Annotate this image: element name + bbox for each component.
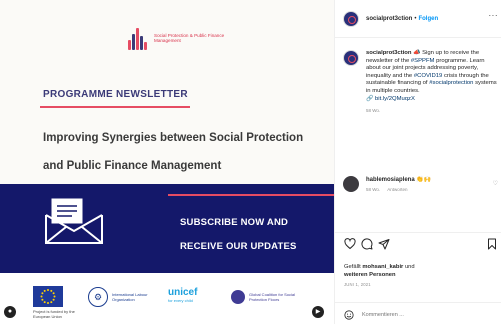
comment-meta: 58 Wo. Antworten: [366, 187, 431, 192]
ilo-text: International Labour Organization: [112, 292, 148, 302]
likes-middle: und: [404, 264, 415, 270]
unicef-tagline: for every child: [168, 298, 193, 303]
share-paper-plane-icon[interactable]: [378, 238, 390, 250]
carousel-next-icon[interactable]: ▶: [312, 306, 324, 318]
gcsp-text: Global Coalition for Social Protection F…: [249, 292, 296, 302]
post-side-panel: socialprot3ction • Folgen ··· socialprot…: [334, 0, 501, 324]
title-underline: [40, 106, 190, 108]
likes-summary: Gefällt mohsani_kabir und weiteren Perso…: [344, 264, 494, 279]
author-username[interactable]: socialprot3ction: [366, 16, 412, 22]
hashtag-socialprotection[interactable]: #socialprotection: [429, 80, 473, 86]
subtitle-line-2: and Public Finance Management: [43, 160, 222, 172]
action-bar: [344, 238, 496, 252]
link-emoji-icon: 🔗: [366, 95, 374, 102]
newsletter-subtitle: Improving Synergies between Social Prote…: [43, 124, 328, 180]
add-comment-bar: [344, 310, 494, 320]
caption-body: socialprot3ction 📣 Sign up to receive th…: [366, 50, 500, 115]
megaphone-emoji-icon: 📣: [413, 50, 421, 56]
likes-prefix: Gefällt: [344, 264, 361, 270]
like-heart-icon[interactable]: [344, 238, 356, 250]
gcsp-logo: Global Coalition for Social Protection F…: [231, 290, 297, 304]
comment-text: 👏🙌: [416, 177, 432, 183]
sppfm-logo-icon: [128, 26, 150, 50]
subscribe-line-1: SUBSCRIBE NOW AND: [180, 217, 289, 228]
unicef-wordmark: unicef: [168, 287, 198, 298]
save-bookmark-icon[interactable]: [486, 238, 498, 250]
envelope-icon: [45, 198, 103, 244]
banner-accent-line: [168, 194, 334, 196]
comment-input[interactable]: [362, 312, 482, 318]
hashtag-covid19[interactable]: #COVID19: [414, 73, 442, 79]
caption-timestamp[interactable]: 58 Wo.: [366, 107, 500, 115]
reply-button[interactable]: Antworten: [387, 187, 407, 192]
commenter-avatar[interactable]: [343, 176, 359, 192]
header-separator: •: [414, 16, 417, 22]
caption-avatar[interactable]: [343, 50, 359, 66]
comment-like-icon[interactable]: ♡: [493, 180, 498, 187]
eu-caption: Project is funded by the European Union: [33, 309, 75, 319]
subscribe-text: SUBSCRIBE NOW AND RECEIVE OUR UPDATES: [180, 211, 297, 259]
commenter-username[interactable]: hablemosiaplena: [366, 177, 415, 183]
sppfm-logo: Social Protection & Public Finance Manag…: [128, 26, 244, 50]
comment-timestamp[interactable]: 58 Wo.: [366, 187, 380, 192]
caption: socialprot3ction 📣 Sign up to receive th…: [343, 50, 500, 115]
unicef-logo: unicef for every child: [168, 287, 197, 303]
likes-others[interactable]: weiteren Personen: [344, 272, 396, 278]
author-avatar[interactable]: [343, 11, 359, 27]
post-image: Social Protection & Public Finance Manag…: [0, 0, 334, 324]
hashtag-sppfm[interactable]: #SPPFM: [411, 58, 435, 64]
emoji-picker-icon[interactable]: [344, 310, 354, 320]
newsletter-title: PROGRAMME NEWSLETTER: [43, 89, 188, 100]
header-divider: [335, 37, 501, 38]
caption-link[interactable]: bit.ly/2QMuqzX: [375, 96, 415, 102]
subtitle-line-1: Improving Synergies between Social Prote…: [43, 132, 304, 144]
gcsp-globe-icon: [231, 290, 245, 304]
tagged-user-icon[interactable]: ●: [4, 306, 16, 318]
likes-user[interactable]: mohsani_kabir: [362, 264, 403, 270]
post-header: socialprot3ction • Folgen ···: [343, 11, 501, 27]
subscribe-line-2: RECEIVE OUR UPDATES: [180, 241, 297, 252]
comment-body: hablemosiaplena 👏🙌 58 Wo. Antworten: [366, 176, 431, 192]
ilo-logo: ⚙ International Labour Organization: [88, 287, 157, 307]
actions-divider: [335, 232, 501, 233]
caption-username[interactable]: socialprot3ction: [366, 50, 412, 56]
more-options-icon[interactable]: ···: [489, 11, 499, 20]
post-date[interactable]: JUNI 1, 2021: [344, 282, 371, 287]
logo-text: Social Protection & Public Finance Manag…: [154, 32, 225, 43]
ilo-emblem-icon: ⚙: [88, 287, 108, 307]
eu-flag-icon: [33, 286, 63, 307]
follow-button[interactable]: Folgen: [418, 16, 438, 22]
add-comment-divider: [335, 302, 501, 303]
comment-bubble-icon[interactable]: [361, 238, 373, 250]
comment-item: hablemosiaplena 👏🙌 58 Wo. Antworten ♡: [343, 176, 501, 192]
